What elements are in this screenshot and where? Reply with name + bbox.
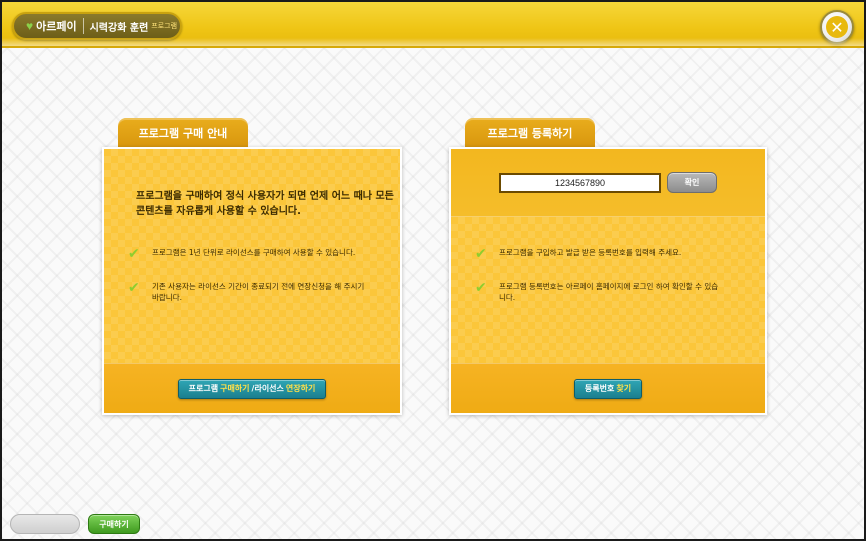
purchase-bullet-1-text: 프로그램은 1년 단위로 라이선스를 구매하여 사용할 수 있습니다. [152,248,356,257]
register-tab-label: 프로그램 등록하기 [487,127,573,140]
purchase-tab-label: 프로그램 구매 안내 [138,127,228,140]
tab-purchase-guide: 프로그램 구매 안내 [118,118,248,148]
purchase-btn-text-3: /라이선스 [251,384,284,393]
register-bullet-1: ✔ 프로그램을 구입하고 발급 받은 등록번호를 입력해 주세요. [475,247,745,261]
logo-text: 아르페이 [36,21,77,33]
close-icon: ✕ [826,16,848,38]
check-icon: ✔ [128,246,140,262]
register-panel-footer: 등록번호 찾기 [451,363,765,413]
check-icon: ✔ [128,280,140,296]
purchase-btn-text-1: 프로그램 [188,384,219,393]
app-window: ♥ 아르페이 시력강화 훈련 프로그램 ✕ 프로그램 구매 안내 프로그램을 구… [0,0,866,541]
brand-divider [82,18,84,34]
check-icon: ✔ [475,280,487,296]
purchase-bullet-2-text: 기존 사용자는 라이선스 기간이 종료되기 전에 연장신청을 해 주시기 바랍니… [152,282,365,302]
buy-button[interactable]: 구매하기 [88,514,140,534]
brand-pill: ♥ 아르페이 시력강화 훈련 프로그램 [12,12,182,40]
register-bullet-2: ✔ 프로그램 등록번호는 아르페이 홈페이지에 로그인 하여 확인할 수 있습니… [475,281,725,303]
tab-register: 프로그램 등록하기 [465,118,595,148]
purchase-panel-footer: 프로그램 구매하기 /라이선스 연장하기 [104,363,400,413]
purchase-lead-text: 프로그램을 구매하여 정식 사용자가 되면 언제 어느 때나 모든 콘텐츠를 자… [136,191,394,217]
find-registration-number-button[interactable]: 등록번호 찾기 [573,378,643,399]
register-panel: 1234567890 확인 ✔ 프로그램을 구입하고 발급 받은 등록번호를 입… [449,147,767,415]
purchase-btn-text-2: 구매하기 [220,384,250,393]
check-icon: ✔ [475,246,487,262]
purchase-bullet-1: ✔ 프로그램은 1년 단위로 라이선스를 구매하여 사용할 수 있습니다. [128,247,388,261]
purchase-btn-text-4: 연장하기 [285,384,316,393]
top-bar: ♥ 아르페이 시력강화 훈련 프로그램 ✕ [2,2,864,48]
purchase-guide-panel: 프로그램을 구매하여 정식 사용자가 되면 언제 어느 때나 모든 콘텐츠를 자… [102,147,402,415]
heart-logo-icon: ♥ [26,19,34,33]
program-title: 시력강화 훈련 [89,22,149,34]
close-button[interactable]: ✕ [820,10,854,44]
buy-button-label: 구매하기 [99,519,129,529]
confirm-button[interactable]: 확인 [667,172,717,193]
blank-button[interactable] [10,514,80,534]
confirm-button-label: 확인 [684,178,700,187]
register-bullet-1-text: 프로그램을 구입하고 발급 받은 등록번호를 입력해 주세요. [499,248,682,257]
purchase-bullet-2: ✔ 기존 사용자는 라이선스 기간이 종료되기 전에 연장신청을 해 주시기 바… [128,281,368,303]
find-btn-text-1: 등록번호 [584,384,615,393]
app-logo: ♥ 아르페이 [26,18,77,34]
register-bullet-2-text: 프로그램 등록번호는 아르페이 홈페이지에 로그인 하여 확인할 수 있습니다. [499,282,719,302]
find-btn-text-2: 찾기 [616,384,632,393]
purchase-extend-button[interactable]: 프로그램 구매하기 /라이선스 연장하기 [177,378,327,399]
registration-number-input[interactable]: 1234567890 [499,173,661,193]
program-subtitle: 프로그램 [151,22,178,30]
